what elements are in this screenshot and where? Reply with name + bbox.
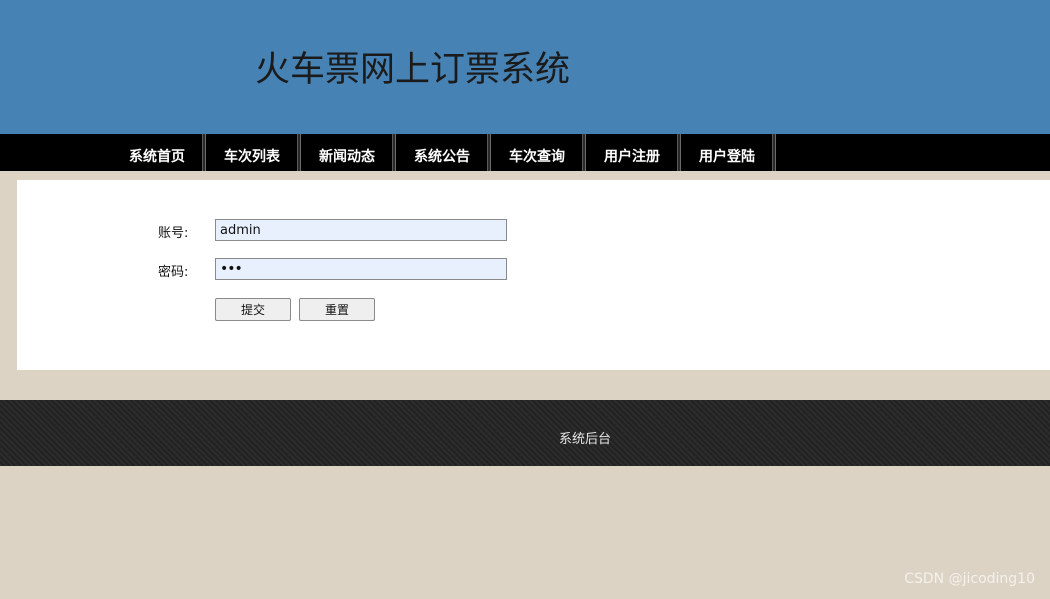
reset-button[interactable]: 重置 xyxy=(299,298,375,321)
nav-item-news[interactable]: 新闻动态 xyxy=(302,134,393,171)
site-footer: 系统后台 xyxy=(0,400,1050,466)
username-label: 账号: xyxy=(158,226,189,241)
login-panel: 账号: 密码: 提交 重置 xyxy=(17,180,1050,370)
submit-button[interactable]: 提交 xyxy=(215,298,291,321)
admin-backend-link[interactable]: 系统后台 xyxy=(559,428,611,447)
password-label: 密码: xyxy=(158,265,189,280)
csdn-watermark: CSDN @jicoding10 xyxy=(904,571,1035,587)
nav-item-home[interactable]: 系统首页 xyxy=(112,134,203,171)
nav-item-login[interactable]: 用户登陆 xyxy=(682,134,773,171)
site-title: 火车票网上订票系统 xyxy=(255,50,571,90)
nav-item-train-search[interactable]: 车次查询 xyxy=(492,134,583,171)
nav-item-train-list[interactable]: 车次列表 xyxy=(207,134,298,171)
username-input[interactable] xyxy=(215,219,507,241)
password-input[interactable] xyxy=(215,258,507,280)
nav-list: 系统首页 车次列表 新闻动态 系统公告 车次查询 用户注册 用户登陆 xyxy=(112,134,777,171)
site-header: 火车票网上订票系统 xyxy=(0,0,1050,134)
nav-item-register[interactable]: 用户注册 xyxy=(587,134,678,171)
main-nav: 系统首页 车次列表 新闻动态 系统公告 车次查询 用户注册 用户登陆 xyxy=(0,134,1050,171)
nav-item-announcements[interactable]: 系统公告 xyxy=(397,134,488,171)
